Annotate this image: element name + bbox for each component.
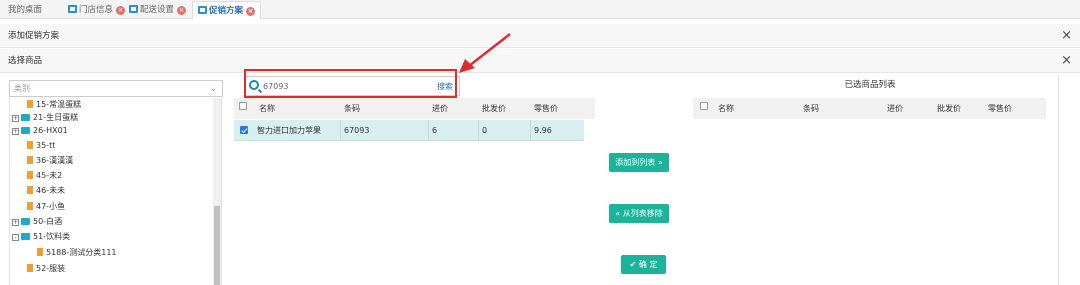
panel-title: 选择商品 xyxy=(8,56,43,66)
tree-node[interactable]: 46-未未 xyxy=(27,186,65,196)
column-divider xyxy=(530,120,531,141)
tab-label: 配送设置 xyxy=(140,5,175,15)
close-icon[interactable]: × xyxy=(116,6,126,15)
folder-icon xyxy=(21,114,30,121)
file-icon xyxy=(27,186,33,194)
tab-icon xyxy=(198,6,207,14)
tree-node[interactable]: +21-生日蛋糕 xyxy=(12,113,78,123)
tab-delivery-settings[interactable]: 配送设置 × xyxy=(129,1,187,19)
table-row[interactable]: 智力进口加力苹果 67093 6 0 9.96 xyxy=(234,120,584,141)
add-promotion-bar: 添加促销方案 × xyxy=(0,24,1080,48)
tree-node[interactable]: 52-服装 xyxy=(27,264,65,274)
tab-icon xyxy=(129,5,138,13)
tab-icon xyxy=(68,5,77,13)
expand-icon[interactable]: + xyxy=(12,219,19,226)
cell-cost-price: 6 xyxy=(432,126,438,135)
expand-icon[interactable]: + xyxy=(12,115,19,122)
tab-label: 门店信息 xyxy=(79,5,114,15)
tree-node[interactable]: 45-未2 xyxy=(27,171,62,181)
column-header: 条码 xyxy=(803,104,819,113)
tab-store-info[interactable]: 门店信息 × xyxy=(68,1,126,19)
tree-scrollbar[interactable] xyxy=(213,98,221,285)
column-header: 批发价 xyxy=(937,104,961,113)
tab-desktop[interactable]: 我的桌面 xyxy=(8,1,42,19)
category-select[interactable]: 类别 ⌄ xyxy=(9,80,223,97)
column-header: 零售价 xyxy=(988,104,1012,113)
expand-icon[interactable]: + xyxy=(12,128,19,135)
close-icon[interactable]: × xyxy=(1061,24,1072,48)
column-header: 零售价 xyxy=(534,104,558,113)
cell-retail-price: 9.96 xyxy=(534,126,552,135)
select-goods-bar: 选择商品 × xyxy=(0,49,1080,73)
chevron-down-icon: ⌄ xyxy=(210,84,217,93)
cell-name: 智力进口加力苹果 xyxy=(257,126,321,135)
tree-node[interactable]: -51-饮料类 xyxy=(12,232,70,242)
tree-node[interactable]: 15-常温蛋糕 xyxy=(27,100,81,110)
close-icon[interactable]: × xyxy=(177,6,187,15)
column-header: 名称 xyxy=(259,104,275,113)
tab-label: 促销方案 xyxy=(209,6,244,16)
tree-node[interactable]: 35-tt xyxy=(27,141,55,151)
cell-barcode: 67093 xyxy=(344,126,370,135)
column-divider xyxy=(340,120,341,141)
column-header: 进价 xyxy=(887,104,903,113)
folder-icon xyxy=(21,127,30,134)
panel-divider xyxy=(1058,75,1059,285)
file-icon xyxy=(27,141,33,149)
file-icon xyxy=(27,156,33,164)
tab-label: 我的桌面 xyxy=(8,5,43,15)
tree-node[interactable]: 5188-测试分类111 xyxy=(37,248,117,258)
tree-node[interactable]: 47-小鱼 xyxy=(27,202,65,212)
row-checkbox[interactable] xyxy=(240,126,248,134)
annotation-arrow xyxy=(459,33,511,73)
confirm-button[interactable]: ✔ 确 定 xyxy=(621,255,666,274)
select-all-checkbox[interactable] xyxy=(239,102,247,110)
column-divider xyxy=(478,120,479,141)
tree-node[interactable]: +26-HX01 xyxy=(12,126,68,136)
column-header: 进价 xyxy=(432,104,448,113)
category-placeholder: 类别 xyxy=(14,84,30,93)
folder-open-icon xyxy=(21,233,30,240)
add-to-list-button[interactable]: 添加到列表 » xyxy=(609,153,669,172)
column-header: 条码 xyxy=(344,104,360,113)
remove-from-list-button[interactable]: « 从列表移除 xyxy=(609,204,669,223)
folder-icon xyxy=(21,218,30,225)
close-icon[interactable]: × xyxy=(246,7,256,16)
selected-list-title: 已选商品列表 xyxy=(844,80,896,90)
selected-table-header: 名称 条码 进价 批发价 零售价 xyxy=(693,98,1046,119)
file-icon xyxy=(27,264,33,272)
scrollbar-thumb[interactable] xyxy=(214,206,220,285)
panel-title: 添加促销方案 xyxy=(8,31,60,41)
tab-promotion-plan[interactable]: 促销方案 × xyxy=(192,1,262,20)
column-divider xyxy=(428,120,429,141)
tree-node[interactable]: 36-漢漢漢 xyxy=(27,156,73,166)
tab-bar: 我的桌面 门店信息 × 配送设置 × 促销方案 × xyxy=(0,0,1080,20)
select-all-checkbox[interactable] xyxy=(700,102,708,110)
close-icon[interactable]: × xyxy=(1061,49,1072,73)
file-icon xyxy=(27,100,33,108)
file-icon xyxy=(27,171,33,179)
category-tree: 15-常温蛋糕 +21-生日蛋糕 +26-HX01 35-tt 36-漢漢漢 4… xyxy=(9,98,222,285)
column-header: 批发价 xyxy=(482,104,506,113)
column-header: 名称 xyxy=(718,104,734,113)
file-icon xyxy=(37,248,43,256)
cell-wholesale-price: 0 xyxy=(482,126,488,135)
collapse-icon[interactable]: - xyxy=(12,234,19,241)
result-table-header: 名称 条码 进价 批发价 零售价 xyxy=(234,98,595,119)
highlight-box xyxy=(244,69,457,98)
tree-node[interactable]: +50-白酒 xyxy=(12,217,62,227)
file-icon xyxy=(27,202,33,210)
